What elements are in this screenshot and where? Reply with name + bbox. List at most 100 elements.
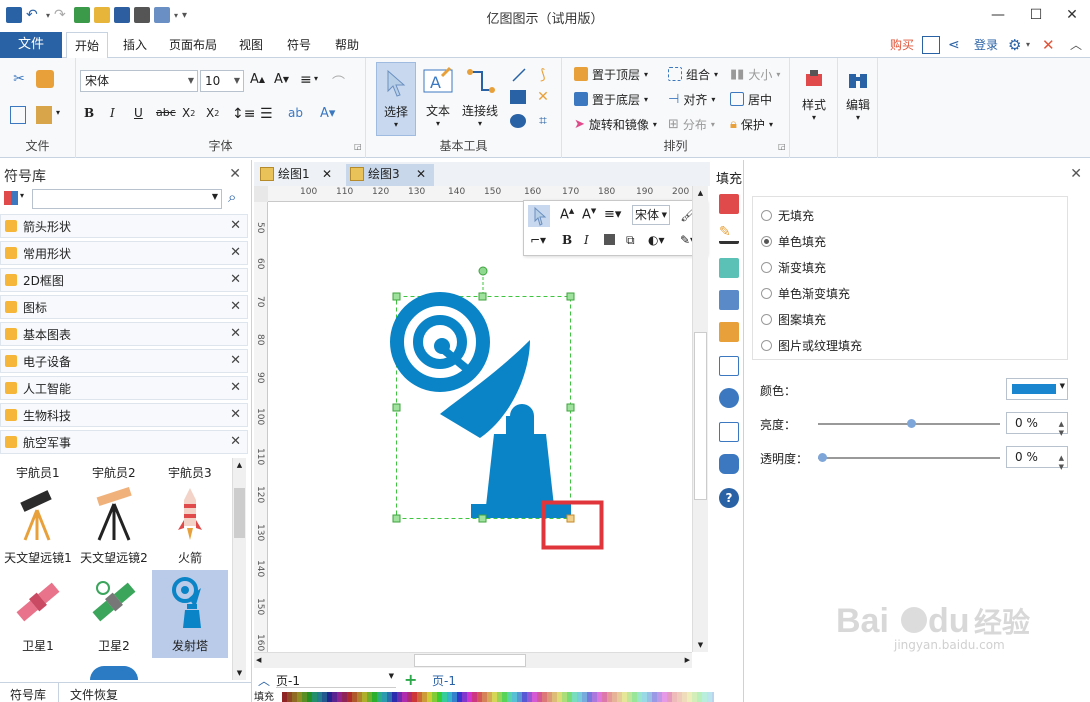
image-panel-icon[interactable] — [719, 290, 739, 310]
grow-font-icon[interactable]: A▲ — [560, 207, 574, 222]
collapse-ribbon-icon[interactable]: ︿ — [1070, 36, 1082, 54]
radio-single-gradient-fill[interactable]: 单色渐变填充 — [761, 285, 850, 302]
library-category-basic-charts[interactable]: 基本图表 ✕ — [0, 322, 248, 346]
radio-picture-fill[interactable]: 图片或纹理填充 — [761, 337, 862, 354]
slider-knob[interactable] — [907, 419, 916, 428]
library-category-aerospace[interactable]: 航空军事 ✕ — [0, 430, 248, 454]
settings-dropdown-icon[interactable]: ▾ — [1026, 36, 1030, 54]
symbol-telescope-1[interactable]: 天文望远镜1 — [0, 482, 76, 570]
login-link[interactable]: 登录 — [974, 36, 998, 54]
data-panel-icon[interactable] — [719, 356, 739, 376]
scroll-left-icon[interactable]: ◀ — [256, 653, 261, 667]
canvas-horizontal-scrollbar[interactable]: ◀ ▶ — [254, 652, 692, 668]
rotate-mirror-button[interactable]: ➤ 旋转和镜像 ▾ — [574, 114, 657, 134]
radio-button[interactable] — [761, 262, 772, 273]
canvas-vertical-scrollbar[interactable]: ▲ ▼ — [692, 186, 708, 652]
edit-button[interactable]: 编辑 ▾ — [838, 64, 878, 138]
resize-handle[interactable] — [566, 403, 575, 412]
tab-file[interactable]: 文件 — [0, 32, 62, 58]
bring-to-front-button[interactable]: 置于顶层 ▾ — [574, 64, 648, 84]
page-selector[interactable]: 页-1 ▼ — [276, 672, 396, 688]
library-menu-icon[interactable] — [4, 191, 18, 205]
distribute-button[interactable]: ⊞ 分布 ▾ — [668, 114, 715, 134]
close-icon[interactable]: ✕ — [322, 164, 332, 184]
drawing-canvas[interactable] — [268, 202, 692, 652]
cross-point-tool-icon[interactable]: ✕ — [534, 88, 552, 106]
text-align-icon[interactable]: ≡▾ — [604, 207, 621, 222]
select-tool-button[interactable]: 选择 ▾ — [376, 62, 416, 136]
rotate-handle[interactable] — [478, 266, 488, 276]
bold-icon[interactable]: B — [84, 106, 94, 120]
send-to-back-button[interactable]: 置于底层 ▾ — [574, 89, 648, 109]
italic-icon[interactable]: I — [110, 106, 115, 120]
radio-button[interactable] — [761, 314, 772, 325]
underline-icon[interactable]: U — [134, 106, 143, 120]
radio-button-selected[interactable] — [761, 236, 772, 247]
transparency-spinner[interactable]: 0 % ▲ ▼ — [1006, 446, 1068, 471]
group-button[interactable]: 组合 ▾ — [668, 64, 718, 84]
library-category-electronics[interactable]: 电子设备 ✕ — [0, 349, 248, 373]
chevron-up-icon[interactable]: ︿ — [258, 672, 270, 689]
symbol-satellite-2[interactable]: 卫星2 — [76, 570, 152, 658]
library-category-common[interactable]: 常用形状 ✕ — [0, 241, 248, 265]
library-search-input[interactable]: ▼ — [32, 189, 222, 209]
settings-gear-icon[interactable]: ⚙ — [1008, 36, 1021, 54]
symbol-label[interactable]: 宇航员3 — [168, 464, 212, 481]
maximize-button[interactable]: ☐ — [1022, 4, 1050, 26]
subscript-icon[interactable]: X2 — [182, 106, 195, 120]
brightness-spinner[interactable]: 0 % ▲ ▼ — [1006, 412, 1068, 437]
tab-page-layout[interactable]: 页面布局 — [162, 32, 224, 58]
radio-button[interactable] — [761, 340, 772, 351]
pointer-arrow-icon[interactable] — [528, 205, 550, 227]
font-size-combo[interactable]: 10 ▼ — [200, 70, 244, 92]
resize-handle[interactable] — [392, 514, 401, 523]
ellipse-tool-icon[interactable] — [510, 114, 526, 128]
close-icon[interactable]: ✕ — [230, 326, 241, 341]
symbol-label[interactable]: 宇航员1 — [16, 464, 60, 481]
library-category-ai[interactable]: 人工智能 ✕ — [0, 376, 248, 400]
layer-panel-icon[interactable] — [719, 322, 739, 342]
symbol-satellite-1[interactable]: 卫星1 — [0, 570, 76, 658]
scroll-right-icon[interactable]: ▶ — [685, 653, 690, 667]
library-category-arrows[interactable]: 箭头形状 ✕ — [0, 214, 248, 238]
symbol-label[interactable]: 宇航员2 — [92, 464, 136, 481]
radio-pattern-fill[interactable]: 图案填充 — [761, 311, 826, 328]
brightness-slider[interactable] — [818, 419, 1000, 428]
text-align-icon[interactable]: ≡ — [300, 72, 312, 88]
fill-icon[interactable] — [604, 234, 615, 245]
align-dropdown-icon[interactable]: ▾ — [314, 74, 318, 83]
radio-solid-fill[interactable]: 单色填充 — [761, 233, 826, 250]
close-icon[interactable]: ✕ — [230, 299, 241, 314]
minimize-button[interactable]: — — [984, 4, 1012, 26]
share-icon[interactable]: ⋖ — [948, 36, 960, 54]
library-category-biotech[interactable]: 生物科技 ✕ — [0, 403, 248, 427]
spin-down-icon[interactable]: ▼ — [1059, 457, 1064, 477]
shrink-font-icon[interactable]: A▼ — [582, 207, 596, 222]
paste-dropdown-icon[interactable]: ▾ — [56, 108, 60, 117]
resize-handle[interactable] — [392, 292, 401, 301]
symbol-rocket[interactable]: 火箭 — [152, 482, 228, 570]
library-category-2d-block[interactable]: 2D框图 ✕ — [0, 268, 248, 292]
superscript-icon[interactable]: X2 — [206, 106, 219, 120]
shrink-font-icon[interactable]: A▼ — [274, 72, 289, 87]
format-painter-icon[interactable] — [36, 70, 54, 88]
line-spacing-icon[interactable]: ↕≡ — [232, 106, 255, 122]
symbol-telescope-2[interactable]: 天文望远镜2 — [76, 482, 152, 570]
tab-insert[interactable]: 插入 — [114, 32, 156, 58]
connector-tool-button[interactable]: 连接线 ▾ — [458, 62, 502, 136]
tab-home[interactable]: 开始 — [66, 32, 108, 59]
strikethrough-icon[interactable]: abc — [156, 106, 176, 119]
style-button[interactable]: 样式 ▾ — [794, 64, 834, 138]
resize-handle[interactable] — [566, 514, 575, 523]
close-icon[interactable]: ✕ — [230, 218, 241, 233]
tab-drawing-3[interactable]: 绘图3 ✕ — [346, 164, 434, 186]
transparency-slider[interactable] — [818, 453, 1000, 462]
library-category-icons[interactable]: 图标 ✕ — [0, 295, 248, 319]
spin-down-icon[interactable]: ▼ — [1059, 423, 1064, 443]
tab-help[interactable]: 帮助 — [326, 32, 368, 58]
globe-icon[interactable] — [90, 666, 138, 680]
scroll-down-icon[interactable]: ▼ — [693, 638, 708, 652]
radio-gradient-fill[interactable]: 渐变填充 — [761, 259, 826, 276]
radio-button[interactable] — [761, 288, 772, 299]
color-palette-strip[interactable]: 填充 — [254, 690, 744, 702]
